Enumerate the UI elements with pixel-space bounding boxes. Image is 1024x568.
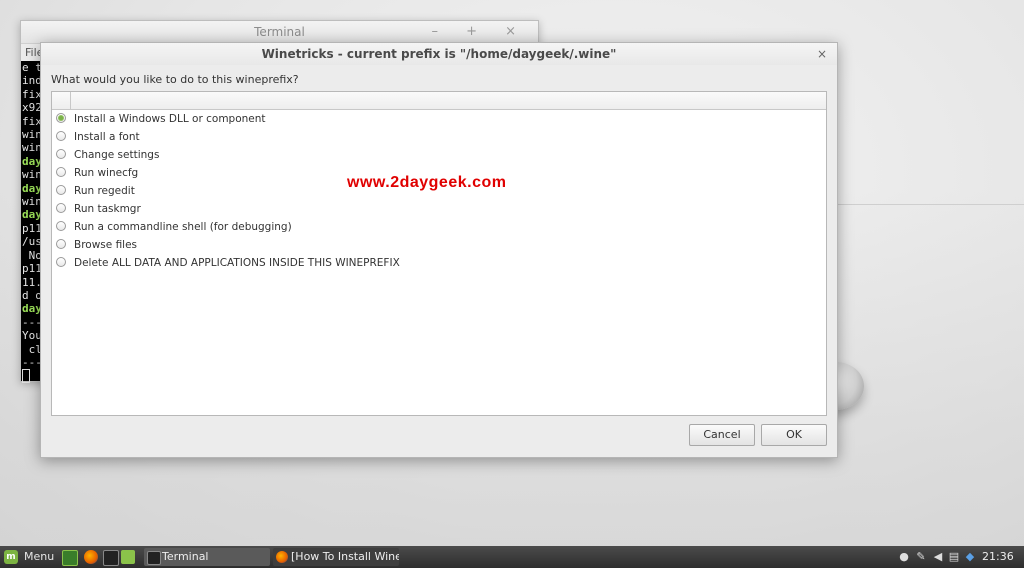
pen-icon[interactable]: ✎ [915,551,927,563]
option-row[interactable]: Change settings [52,146,826,164]
network-icon[interactable]: ▤ [948,551,960,563]
option-label: Browse files [74,239,138,251]
dialog-title: Winetricks - current prefix is "/home/da… [261,47,617,61]
taskbar-window-terminal[interactable]: Terminal [144,548,270,566]
taskbar-window-firefox[interactable]: [How To Install Wine... [273,548,399,566]
show-desktop-icon[interactable] [62,550,78,566]
close-icon[interactable]: × [817,43,827,65]
firefox-icon[interactable] [84,550,98,564]
clock[interactable]: 21:36 [982,546,1014,568]
options-list: Install a Windows DLL or component Instal… [51,91,827,416]
option-row[interactable]: Run a commandline shell (for debugging) [52,218,826,236]
radio-icon[interactable] [56,149,66,159]
radio-icon[interactable] [56,185,66,195]
radio-icon[interactable] [56,257,66,267]
option-label: Change settings [74,149,160,161]
firefox-icon [276,551,288,563]
option-label: Run a commandline shell (for debugging) [74,221,292,233]
terminal-launcher-icon[interactable] [103,550,119,566]
option-label: Run taskmgr [74,203,141,215]
radio-icon[interactable] [56,221,66,231]
dialog-titlebar[interactable]: Winetricks - current prefix is "/home/da… [41,43,837,65]
shield-icon[interactable]: ◆ [964,551,976,563]
radio-icon[interactable] [56,203,66,213]
mint-menu-icon[interactable]: m [4,550,18,564]
volume-icon[interactable]: ◀ [932,551,944,563]
taskbar: m Menu Terminal [How To Install Wine... … [0,546,1024,568]
watermark-text: www.2daygeek.com [347,174,507,191]
terminal-title: Terminal [254,25,305,39]
radio-icon[interactable] [56,167,66,177]
radio-selected-icon[interactable] [56,113,66,123]
option-row[interactable]: Delete ALL DATA AND APPLICATIONS INSIDE … [52,254,826,272]
terminal-titlebar[interactable]: Terminal – + × [21,21,538,44]
terminal-window-controls[interactable]: – + × [431,21,528,43]
option-row[interactable]: Install a font [52,128,826,146]
radio-icon[interactable] [56,239,66,249]
list-header-divider [70,92,71,109]
list-header [52,92,826,110]
option-row[interactable]: Run taskmgr [52,200,826,218]
option-label: Install a Windows DLL or component [74,113,266,125]
taskbar-window-label: [How To Install Wine... [291,550,399,563]
folder-icon[interactable] [121,550,135,564]
dialog-prompt: What would you like to do to this winepr… [51,73,299,86]
taskbar-window-label: Terminal [162,550,209,563]
option-label: Install a font [74,131,140,143]
desktop-horizon-line [836,204,1024,205]
cancel-button[interactable]: Cancel [689,424,755,446]
ok-button[interactable]: OK [761,424,827,446]
option-row[interactable]: Browse files [52,236,826,254]
option-label: Run winecfg [74,167,139,179]
winetricks-dialog: Winetricks - current prefix is "/home/da… [40,42,838,458]
menu-button[interactable]: Menu [24,546,54,568]
radio-icon[interactable] [56,131,66,141]
option-row[interactable]: Install a Windows DLL or component [52,110,826,128]
option-label: Run regedit [74,185,135,197]
user-icon[interactable]: ● [898,551,910,563]
terminal-icon [147,551,161,565]
terminal-cursor [22,369,30,384]
option-label: Delete ALL DATA AND APPLICATIONS INSIDE … [74,257,400,269]
